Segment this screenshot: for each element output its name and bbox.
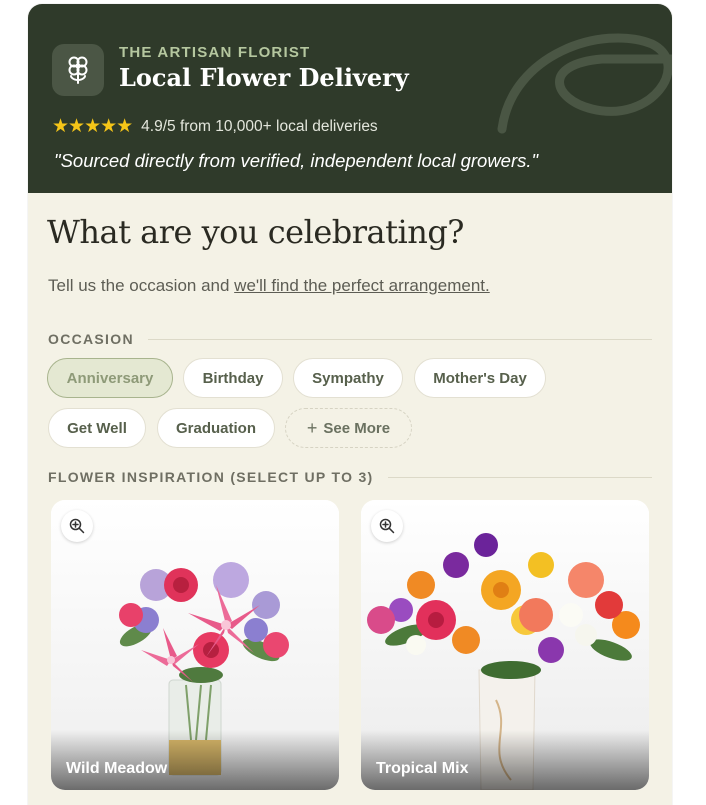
- inspiration-section-label: FLOWER INSPIRATION (SELECT UP TO 3): [48, 469, 652, 485]
- divider: [147, 338, 652, 340]
- star-rating-icon: ★★★★★: [52, 116, 133, 137]
- page-title: What are you celebrating?: [47, 213, 464, 251]
- see-more-button[interactable]: + See More: [285, 408, 412, 448]
- occasion-pill-graduation[interactable]: Graduation: [157, 408, 275, 448]
- inspiration-label-text: FLOWER INSPIRATION (SELECT UP TO 3): [48, 469, 374, 485]
- florist-card: THE ARTISAN FLORIST Local Flower Deliver…: [28, 4, 672, 805]
- zoom-in-icon[interactable]: [371, 510, 403, 542]
- occasion-pill-get-well[interactable]: Get Well: [48, 408, 146, 448]
- subtitle-text: Tell us the occasion and: [48, 276, 235, 295]
- occasion-pill-mothers-day[interactable]: Mother's Day: [414, 358, 546, 398]
- brand-eyebrow: THE ARTISAN FLORIST: [119, 44, 311, 61]
- rating-row: ★★★★★ 4.9/5 from 10,000+ local deliverie…: [52, 115, 378, 138]
- flower-icon: [52, 44, 104, 96]
- perfect-arrangement-link[interactable]: we'll find the perfect arrangement.: [234, 276, 490, 295]
- occasion-pill-anniversary[interactable]: Anniversary: [47, 358, 173, 398]
- occasion-section-label: OCCASION: [48, 331, 652, 347]
- brand-quote: "Sourced directly from verified, indepen…: [54, 150, 539, 171]
- occasion-pill-sympathy[interactable]: Sympathy: [293, 358, 403, 398]
- decorative-leaf-swirl: [497, 33, 672, 134]
- inspiration-card-wild-meadow[interactable]: Wild Meadow: [51, 500, 339, 790]
- brand-title: Local Flower Delivery: [119, 63, 409, 92]
- tile-label: Tropical Mix: [376, 760, 469, 777]
- divider: [387, 476, 652, 478]
- see-more-label: See More: [323, 419, 391, 437]
- plus-icon: +: [306, 417, 318, 438]
- tile-label: Wild Meadow: [66, 760, 168, 777]
- occasion-pill-birthday[interactable]: Birthday: [183, 358, 283, 398]
- inspiration-card-tropical-mix[interactable]: Tropical Mix: [361, 500, 649, 790]
- rating-text: 4.9/5 from 10,000+ local deliveries: [141, 117, 378, 135]
- occasion-label-text: OCCASION: [48, 331, 134, 347]
- brand-header: THE ARTISAN FLORIST Local Flower Deliver…: [28, 4, 672, 193]
- page-subtitle: Tell us the occasion and we'll find the …: [48, 276, 490, 296]
- zoom-in-icon[interactable]: [61, 510, 93, 542]
